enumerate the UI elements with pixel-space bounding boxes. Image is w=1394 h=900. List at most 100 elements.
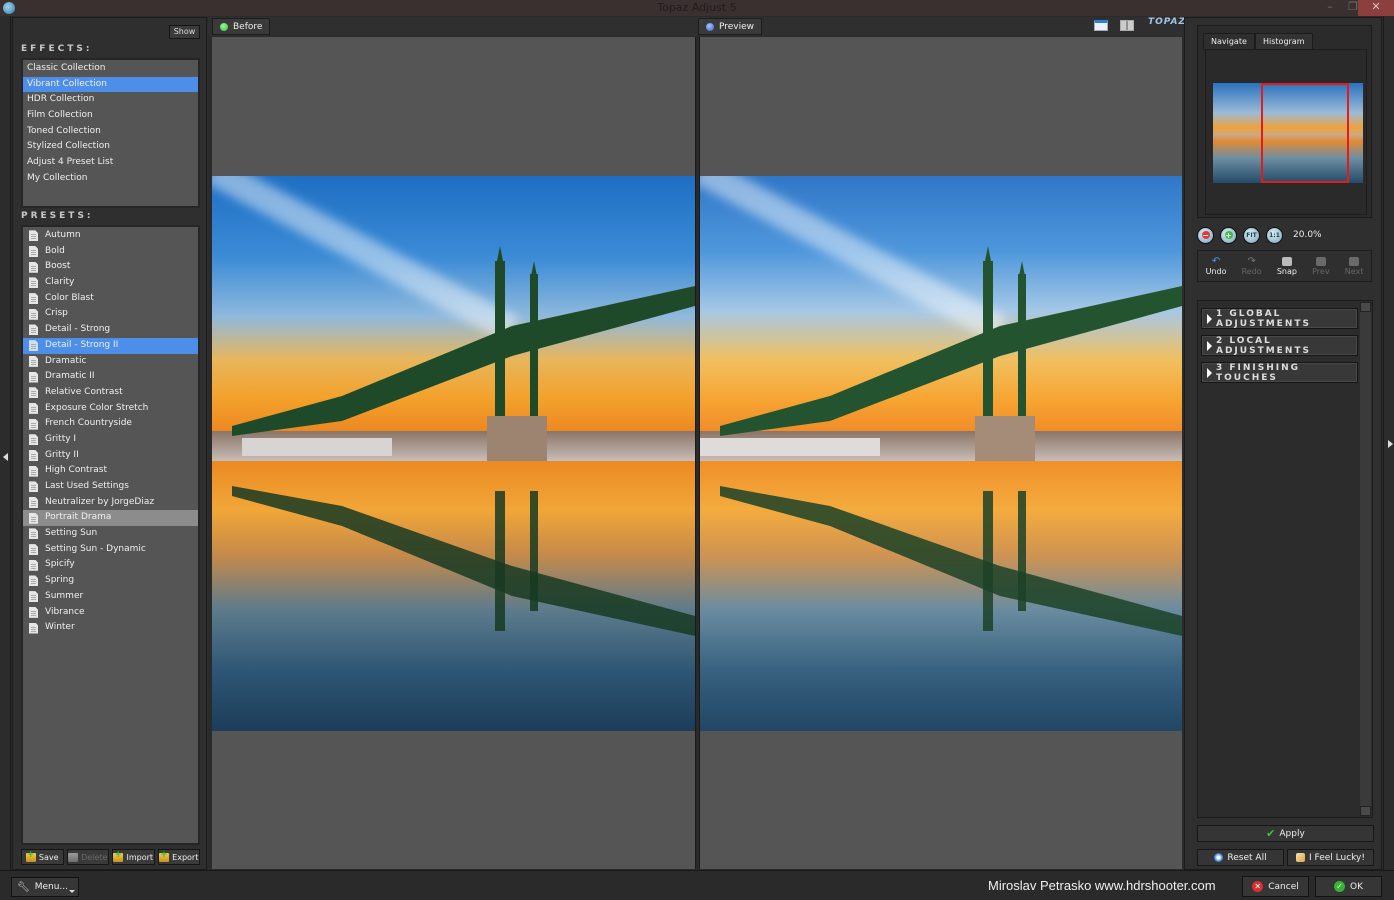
close-button[interactable]: ✕	[1358, 0, 1394, 16]
navigator-viewport-frame[interactable]	[1261, 83, 1349, 183]
zoom-in-button[interactable]: +	[1220, 226, 1237, 244]
preset-item[interactable]: Detail - Strong	[23, 322, 198, 338]
preset-item[interactable]: Winter	[23, 620, 198, 636]
effect-item[interactable]: HDR Collection	[23, 92, 198, 108]
snap-button[interactable]: Snap	[1277, 256, 1297, 276]
preset-item[interactable]: Spring	[23, 573, 198, 589]
split-view-icon[interactable]	[1120, 20, 1134, 31]
effect-item[interactable]: Classic Collection	[23, 61, 198, 77]
effect-item[interactable]: Toned Collection	[23, 124, 198, 140]
next-button[interactable]: Next	[1345, 256, 1363, 276]
scroll-up-button[interactable]	[1360, 302, 1371, 312]
history-toolbar: ↶ Undo ↷ Redo Snap Prev Next	[1197, 250, 1372, 282]
tab-histogram[interactable]: Histogram	[1255, 33, 1313, 49]
preset-item[interactable]: Gritty II	[23, 448, 198, 464]
preset-document-icon	[29, 481, 38, 493]
preset-item[interactable]: Spicify	[23, 557, 198, 573]
zoom-out-button[interactable]: −	[1197, 226, 1214, 244]
right-panel-collapse-handle[interactable]	[1383, 16, 1394, 870]
preset-item[interactable]: Relative Contrast	[23, 385, 198, 401]
effect-item[interactable]: Film Collection	[23, 108, 198, 124]
cancel-button[interactable]: ✕ Cancel	[1242, 876, 1309, 897]
zoom-level: 20.0%	[1293, 230, 1322, 240]
title-bar: Topaz Adjust 5 – ❐ ✕	[0, 0, 1394, 16]
preset-label: Autumn	[45, 230, 81, 240]
menu-button[interactable]: 🔧︎ Menu...	[11, 877, 79, 897]
preset-label: Summer	[45, 590, 84, 601]
preset-item[interactable]: Summer	[23, 589, 198, 605]
show-button[interactable]: Show	[169, 25, 200, 39]
preset-item[interactable]: Boost	[23, 259, 198, 275]
feel-lucky-button[interactable]: I Feel Lucky!	[1287, 849, 1374, 866]
ok-button[interactable]: ✓ OK	[1315, 876, 1382, 897]
before-tab[interactable]: Before	[212, 18, 271, 35]
preview-image	[700, 176, 1182, 731]
preset-item[interactable]: Dramatic	[23, 354, 198, 370]
preset-item[interactable]: Vibrance	[23, 605, 198, 621]
redo-label: Redo	[1241, 266, 1262, 276]
preset-item[interactable]: Crisp	[23, 306, 198, 322]
prev-button[interactable]: Prev	[1312, 256, 1330, 276]
zoom-100-button[interactable]: 1:1	[1266, 226, 1283, 244]
reset-all-button[interactable]: Reset All	[1197, 849, 1284, 866]
scroll-down-button[interactable]	[1360, 806, 1371, 816]
global-adjustments-button[interactable]: 1 GLOBAL ADJUSTMENTS	[1201, 308, 1358, 329]
redo-button[interactable]: ↷ Redo	[1241, 256, 1262, 276]
navigator-thumbnail[interactable]	[1213, 83, 1363, 183]
preset-item[interactable]: Clarity	[23, 275, 198, 291]
undo-button[interactable]: ↶ Undo	[1206, 256, 1227, 276]
preset-item[interactable]: French Countryside	[23, 416, 198, 432]
preset-item[interactable]: Setting Sun - Dynamic	[23, 542, 198, 558]
export-preset-button[interactable]: Export	[157, 849, 200, 865]
minimize-button[interactable]: –	[1320, 0, 1340, 16]
preset-document-icon	[29, 512, 38, 524]
export-box-icon	[159, 850, 170, 862]
delete-preset-button[interactable]: Delete	[66, 849, 109, 865]
preset-item[interactable]: Autumn	[23, 228, 198, 244]
preset-item[interactable]: Gritty I	[23, 432, 198, 448]
preset-item[interactable]: Bold	[23, 244, 198, 260]
preset-item[interactable]: Last Used Settings	[23, 479, 198, 495]
preset-item[interactable]: Exposure Color Stretch	[23, 401, 198, 417]
apply-button[interactable]: ✔ Apply	[1197, 825, 1374, 842]
preset-item[interactable]: Detail - Strong II	[23, 337, 198, 354]
finishing-touches-button[interactable]: 3 FINISHING TOUCHES	[1201, 362, 1358, 383]
preset-label: Crisp	[45, 308, 68, 319]
dice-icon	[1296, 853, 1306, 862]
local-adjustments-button[interactable]: 2 LOCAL ADJUSTMENTS	[1201, 335, 1358, 356]
preset-item[interactable]: High Contrast	[23, 463, 198, 479]
preset-item[interactable]: Setting Sun	[23, 526, 198, 542]
tab-navigate[interactable]: Navigate	[1203, 33, 1255, 50]
preset-document-icon	[29, 230, 38, 242]
preset-document-icon	[29, 324, 38, 336]
save-preset-button[interactable]: Save	[21, 849, 64, 865]
left-panel: Show EFFECTS: Classic Collection Vibrant …	[12, 17, 207, 870]
effects-label: EFFECTS:	[21, 44, 93, 54]
preset-item[interactable]: Neutralizer by JorgeDiaz	[23, 495, 198, 511]
preview-tab[interactable]: Preview	[698, 18, 763, 35]
preset-document-icon	[29, 261, 38, 273]
zoom-fit-button[interactable]: FIT	[1243, 226, 1260, 244]
import-box-icon	[113, 850, 124, 862]
effects-list[interactable]: Classic Collection Vibrant Collection HDR …	[21, 58, 200, 208]
presets-list[interactable]: Autumn Bold Boost Clarity Color Blast Crisp De…	[21, 225, 200, 845]
before-canvas[interactable]	[212, 37, 695, 869]
save-box-icon	[25, 850, 36, 862]
effect-item[interactable]: Vibrant Collection	[23, 76, 198, 93]
left-panel-collapse-handle[interactable]	[0, 16, 11, 870]
import-preset-button[interactable]: Import	[112, 849, 155, 865]
effect-item[interactable]: My Collection	[23, 171, 198, 187]
delete-box-icon	[68, 852, 79, 862]
preset-item[interactable]: Dramatic II	[23, 369, 198, 385]
single-view-icon[interactable]	[1094, 20, 1108, 31]
before-label: Before	[233, 21, 263, 32]
snapshot-icon	[1281, 256, 1292, 266]
preset-item[interactable]: Color Blast	[23, 291, 198, 307]
preset-item[interactable]: Portrait Drama	[23, 510, 198, 527]
preview-canvas[interactable]	[700, 37, 1182, 869]
effect-item[interactable]: Stylized Collection	[23, 139, 198, 155]
export-label: Export	[172, 852, 199, 862]
preset-document-icon	[29, 449, 38, 461]
effect-item[interactable]: Adjust 4 Preset List	[23, 155, 198, 171]
adjustments-scrollbar[interactable]	[1360, 302, 1371, 816]
